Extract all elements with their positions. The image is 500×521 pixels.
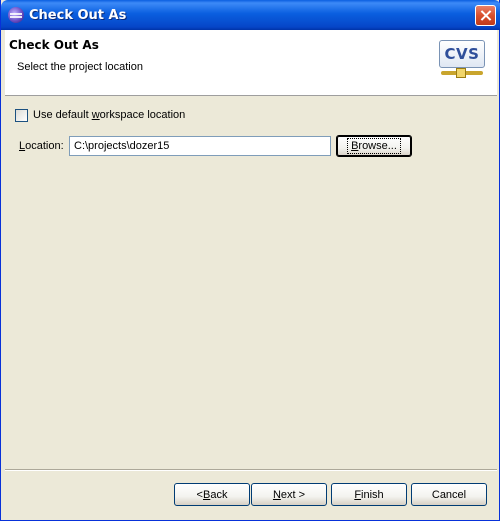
browse-button-label: Browse...: [347, 138, 401, 154]
cvs-logo-icon: CVS: [439, 40, 485, 80]
back-button[interactable]: < Back: [174, 483, 250, 506]
cvs-logo-text: CVS: [444, 45, 480, 63]
page-title: Check Out As: [9, 38, 99, 52]
location-input[interactable]: [69, 136, 331, 156]
window-title: Check Out As: [29, 8, 127, 23]
cvs-logo-box: CVS: [439, 40, 485, 68]
content-area: Use default workspace location Location:…: [5, 97, 497, 469]
close-button[interactable]: [475, 5, 496, 26]
next-button[interactable]: Next >: [251, 483, 327, 506]
cancel-button[interactable]: Cancel: [411, 483, 487, 506]
button-bar: < Back Next > Finish Cancel: [5, 471, 497, 517]
finish-button[interactable]: Finish: [331, 483, 407, 506]
location-label: Location:: [19, 140, 64, 152]
title-bar[interactable]: Check Out As: [1, 0, 500, 30]
page-subtitle: Select the project location: [17, 61, 143, 73]
use-default-location-checkbox[interactable]: [15, 109, 28, 122]
browse-button[interactable]: Browse...: [336, 135, 412, 157]
cvs-logo-node: [456, 68, 466, 78]
dialog-window: Check Out As Check Out As Select the pro…: [0, 0, 500, 521]
header-banner: Check Out As Select the project location…: [5, 30, 497, 96]
use-default-location-label[interactable]: Use default workspace location: [33, 109, 185, 121]
eclipse-icon: [8, 7, 24, 23]
